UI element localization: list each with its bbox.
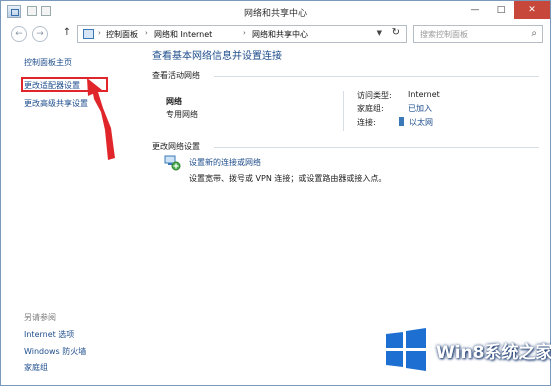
ethernet-icon bbox=[399, 117, 404, 126]
search-placeholder: 搜索控制面板 bbox=[420, 30, 468, 39]
minimize-button[interactable]: — bbox=[462, 1, 488, 19]
sidebar-item-control-panel-home[interactable]: 控制面板主页 bbox=[24, 57, 72, 68]
back-button[interactable]: ← bbox=[11, 26, 27, 42]
sidebar-item-homegroup[interactable]: 家庭组 bbox=[24, 362, 48, 373]
network-name: 网络 bbox=[166, 97, 182, 106]
active-networks-heading: 查看活动网络 bbox=[152, 71, 200, 80]
network-profile: 专用网络 bbox=[166, 110, 198, 119]
setup-new-connection-link[interactable]: 设置新的连接或网络 bbox=[189, 157, 261, 168]
network-center-icon bbox=[83, 29, 94, 39]
access-type-value: Internet bbox=[408, 90, 440, 99]
see-also-heading: 另请参阅 bbox=[24, 313, 56, 322]
page-title: 查看基本网络信息并设置连接 bbox=[152, 51, 282, 62]
title-bar: 网络和共享中心 — □ ✕ bbox=[1, 1, 550, 23]
connections-label: 连接: bbox=[357, 118, 376, 127]
watermark: Win8系统之家 bbox=[382, 320, 551, 378]
refresh-icon[interactable]: ↻ bbox=[392, 27, 400, 38]
breadcrumb-network-sharing-center[interactable]: 网络和共享中心 bbox=[252, 29, 308, 40]
close-button[interactable]: ✕ bbox=[514, 1, 550, 19]
breadcrumb-separator[interactable]: › bbox=[243, 29, 246, 37]
navigation-bar: ← → ↑ › 控制面板 › 网络和 Internet › 网络和共享中心 ▼ … bbox=[1, 23, 550, 45]
breadcrumb-network-internet[interactable]: 网络和 Internet bbox=[154, 29, 212, 40]
sidebar-item-internet-options[interactable]: Internet 选项 bbox=[24, 329, 74, 340]
windows-logo-icon bbox=[386, 328, 426, 371]
homegroup-link[interactable]: 已加入 bbox=[408, 103, 432, 114]
search-icon[interactable]: ⌕ bbox=[531, 28, 537, 39]
red-highlight-box bbox=[21, 77, 108, 92]
change-settings-heading: 更改网络设置 bbox=[152, 142, 200, 151]
chevron-down-icon[interactable]: ▼ bbox=[377, 29, 382, 37]
maximize-button[interactable]: □ bbox=[488, 1, 514, 19]
homegroup-label: 家庭组: bbox=[357, 104, 384, 113]
search-input[interactable]: 搜索控制面板 ⌕ bbox=[413, 25, 543, 43]
sidebar: 控制面板主页 更改适配器设置 更改高级共享设置 另请参阅 Internet 选项… bbox=[2, 45, 143, 385]
ethernet-link-label: 以太网 bbox=[409, 118, 433, 127]
ethernet-link[interactable]: 以太网 bbox=[399, 117, 433, 128]
divider bbox=[214, 147, 539, 148]
sidebar-item-windows-firewall[interactable]: Windows 防火墙 bbox=[24, 346, 86, 357]
divider bbox=[214, 76, 539, 77]
network-setup-icon bbox=[164, 155, 181, 171]
breadcrumb-separator[interactable]: › bbox=[145, 29, 148, 37]
divider bbox=[343, 91, 344, 131]
forward-button[interactable]: → bbox=[32, 26, 48, 42]
watermark-text: Win8系统之家 bbox=[436, 343, 551, 363]
breadcrumb-separator[interactable]: › bbox=[98, 29, 101, 37]
access-type-label: 访问类型: bbox=[357, 91, 392, 100]
setup-description: 设置宽带、拨号或 VPN 连接；或设置路由器或接入点。 bbox=[189, 174, 387, 183]
sidebar-item-advanced-sharing[interactable]: 更改高级共享设置 bbox=[24, 98, 88, 109]
address-bar[interactable]: › 控制面板 › 网络和 Internet › 网络和共享中心 ▼ ↻ bbox=[77, 25, 407, 43]
breadcrumb-control-panel[interactable]: 控制面板 bbox=[106, 29, 138, 40]
up-button[interactable]: ↑ bbox=[61, 27, 73, 38]
